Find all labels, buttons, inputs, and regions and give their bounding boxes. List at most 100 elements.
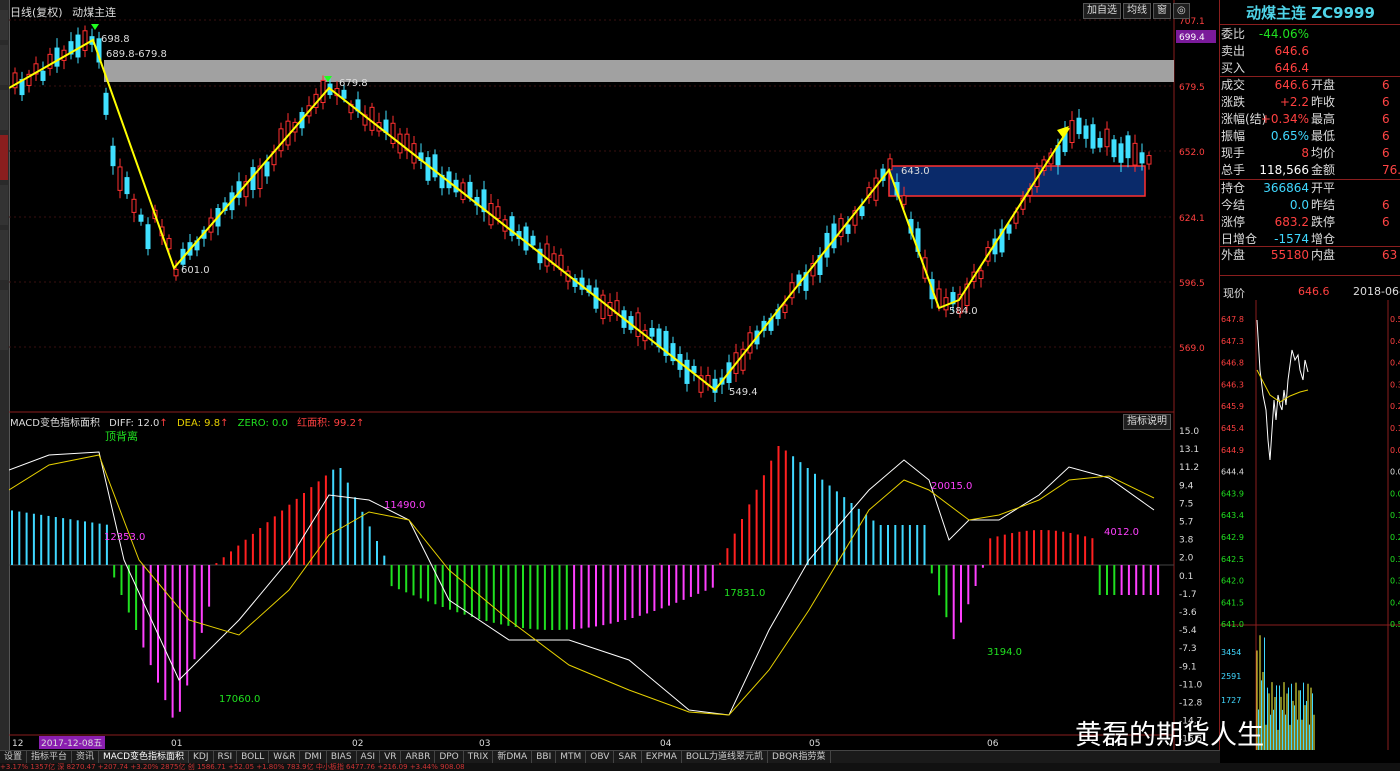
left-tab-5[interactable] xyxy=(0,185,8,225)
mini-pct-tick: 0.0 xyxy=(1390,468,1400,477)
mini-chart[interactable]: 647.8 0.5 647.3 0.4 646.8 0.4 646.3 0.3 645.9 0.2… xyxy=(1220,300,1400,750)
mini-tick: 645.4 xyxy=(1221,424,1244,433)
price-axis-box-text: 699.4 xyxy=(1179,33,1205,43)
macd-header: MACD变色指标面积 DIFF: 12.0↑ DEA: 9.8↑ ZERO: 0… xyxy=(10,418,365,429)
left-tab-6[interactable] xyxy=(0,230,8,280)
price-tick: 652.0 xyxy=(1179,148,1205,158)
mini-pct-tick: 0.4 xyxy=(1390,598,1400,607)
mini-tick: 647.3 xyxy=(1221,337,1244,346)
indicator-help-button[interactable]: 指标说明 xyxy=(1123,414,1171,430)
mini-pct-tick: 0.1 xyxy=(1390,424,1400,433)
macd-tick: -7.3 xyxy=(1179,644,1197,654)
macd-tick: 9.4 xyxy=(1179,481,1194,491)
mini-pct-tick: 0.2 xyxy=(1390,402,1400,411)
area-label-2: 17060.0 xyxy=(219,694,260,705)
date-tick: 06 xyxy=(987,739,999,749)
mini-pct-tick: 0.4 xyxy=(1390,359,1400,368)
mini-pct-tick: 0.4 xyxy=(1390,337,1400,346)
quote-row: 涨跌 +2.2 昨收 6 xyxy=(1221,95,1390,109)
left-tab-3[interactable] xyxy=(0,90,8,130)
area-label-4: 17831.0 xyxy=(724,588,765,599)
mini-tick: 646.3 xyxy=(1221,380,1244,389)
date-axis: 12 2017-12-08五 01 02 03 04 05 06 xyxy=(12,739,999,749)
add-favorite-button[interactable]: 加自选 xyxy=(1083,3,1121,19)
price-tick: 679.5 xyxy=(1179,83,1205,93)
macd-tick: 11.2 xyxy=(1179,463,1199,473)
chart-header: 日线(复权) 动煤主连 xyxy=(10,4,116,20)
macd-tick: -1.7 xyxy=(1179,590,1197,600)
quote-row: 总手118,566金额76.0 xyxy=(1221,163,1400,177)
mini-pct-tick: 0.3 xyxy=(1390,380,1400,389)
area-label-3: 11490.0 xyxy=(384,500,425,511)
left-tab-7[interactable] xyxy=(0,290,8,350)
macd-axis: 15.0 13.1 11.2 9.4 7.5 5.7 3.8 2.0 0.1 -1.7 -3.6 -5… xyxy=(1179,427,1203,745)
quote-row: 涨幅(结) +0.34% 最高 6 xyxy=(1221,112,1390,126)
anno-range: 689.8-679.8 xyxy=(106,49,167,60)
date-tick: 2017-12-08五 xyxy=(41,739,102,749)
quote-row: 外盘 55180 内盘 63 xyxy=(1221,248,1398,262)
mini-tick: 642.5 xyxy=(1221,555,1244,564)
mini-tick: 641.0 xyxy=(1221,620,1244,629)
divergence-label: 顶背离 xyxy=(105,429,138,443)
mini-tick: 645.9 xyxy=(1221,402,1244,411)
mini-pct-tick: 0.0 xyxy=(1390,489,1400,498)
indicator-tabs: 设置 指标平台 资讯 MACD变色指标面积 KDJ RSI BOLL W&R DMI BIAS AS… xyxy=(0,750,1220,764)
date-tick: 01 xyxy=(171,739,182,749)
macd-tick: 2.0 xyxy=(1179,554,1194,564)
macd-tick: -3.6 xyxy=(1179,608,1197,618)
macd-title[interactable]: MACD变色指标面积 xyxy=(10,418,100,429)
quote-row: 卖出 646.6 xyxy=(1221,44,1309,58)
settings-button[interactable]: ◎ xyxy=(1173,3,1190,19)
anno-549: 549.4 xyxy=(729,387,758,398)
macd-tick: 0.1 xyxy=(1179,572,1193,582)
macd-tick: 5.7 xyxy=(1179,518,1193,528)
status-bar: +3.17% 1357亿 深 8270.47 +207.74 +3.20% 28… xyxy=(0,763,1400,771)
date-tick: 02 xyxy=(352,739,363,749)
vol-tick: 1727 xyxy=(1221,696,1241,705)
macd-tick: -5.4 xyxy=(1179,626,1197,636)
diff-value: DIFF: 12.0 xyxy=(109,418,160,429)
macd-tick: -9.1 xyxy=(1179,662,1197,672)
red-area-value: 红面积: 99.2 xyxy=(297,418,356,429)
mini-tick: 643.9 xyxy=(1221,489,1244,498)
mini-pct-tick: 0.2 xyxy=(1390,533,1400,542)
price-tick: 624.1 xyxy=(1179,214,1205,224)
quote-row: 持仓 366864 开平 xyxy=(1221,181,1336,195)
area-label-1: 12353.0 xyxy=(104,532,145,543)
now-date: 2018-06-2 xyxy=(1353,285,1400,298)
zigzag-line xyxy=(9,38,1070,392)
moving-average-button[interactable]: 均线 xyxy=(1123,3,1151,19)
quote-row: 涨停 683.2 跌停 6 xyxy=(1221,215,1390,229)
now-label: 现价 xyxy=(1223,287,1245,300)
window-button[interactable]: 窗 xyxy=(1153,3,1171,19)
vol-tick: 3454 xyxy=(1221,648,1241,657)
main-chart[interactable]: 698.8 689.8-679.8 679.8 601.0 549.4 643.… xyxy=(9,0,1219,750)
mini-tick: 641.5 xyxy=(1221,598,1244,607)
anno-601: 601.0 xyxy=(181,265,210,276)
left-tab-2[interactable] xyxy=(0,45,8,85)
price-axis: 707.1679.5652.0624.1596.5569.0 xyxy=(1179,17,1205,354)
watermark: 黄磊的期货人生 xyxy=(1075,720,1264,751)
anno-643: 643.0 xyxy=(901,166,930,177)
mini-pct-tick: 0.5 xyxy=(1390,620,1400,629)
now-price: 646.6 xyxy=(1298,285,1330,298)
instrument-label: 动煤主连 xyxy=(72,6,117,19)
mini-pct-tick: 0.5 xyxy=(1390,315,1400,324)
left-tab-1[interactable] xyxy=(0,10,8,40)
macd-tick: 13.1 xyxy=(1179,445,1199,455)
period-label[interactable]: 日线(复权) xyxy=(10,6,63,19)
anno-679: 679.8 xyxy=(339,78,368,89)
mini-tick: 642.0 xyxy=(1221,577,1244,586)
mini-pct-tick: 0.0 xyxy=(1390,446,1400,455)
mini-pct-tick: 0.3 xyxy=(1390,555,1400,564)
mini-tick: 647.8 xyxy=(1221,315,1244,324)
area-label-5: 20015.0 xyxy=(931,481,972,492)
date-tick: 12 xyxy=(12,739,23,749)
chart-toolbar: 加自选 均线 窗 ◎ xyxy=(1083,3,1190,19)
price-tick: 596.5 xyxy=(1179,279,1205,289)
macd-tick: 3.8 xyxy=(1179,536,1194,546)
quote-row: 现手 8 均价 6 xyxy=(1221,146,1390,160)
quote-row: 委比 -44.06% xyxy=(1221,27,1309,41)
left-tab-active[interactable] xyxy=(0,135,8,180)
quote-panel: 动煤主连 ZC9999 委比 -44.06% 卖出 646.6 买入 646.4 成交 646… xyxy=(1219,0,1400,750)
